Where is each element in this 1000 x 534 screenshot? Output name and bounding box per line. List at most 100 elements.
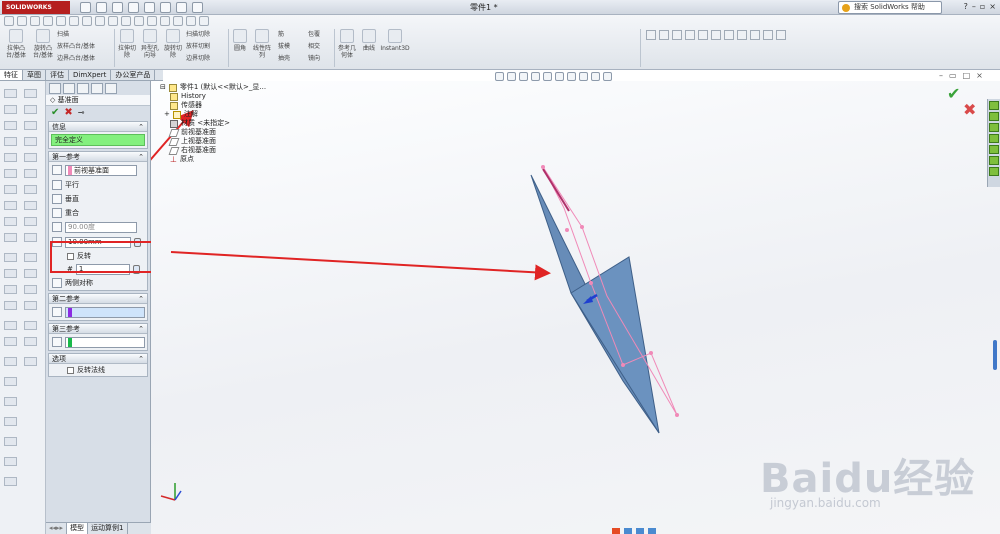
tool-icon[interactable] — [4, 137, 17, 146]
tool-icon[interactable] — [24, 217, 37, 226]
toolbar-icon[interactable] — [659, 30, 669, 40]
tool-icon[interactable] — [24, 321, 37, 330]
display-style-icon[interactable] — [555, 72, 564, 81]
toolbar-icon[interactable] — [17, 16, 27, 26]
tree-root[interactable]: ⊟ 零件1 (默认<<默认>_显... — [160, 83, 266, 92]
tree-item-origin[interactable]: ⊥ 原点 — [160, 155, 266, 164]
tool-icon[interactable] — [4, 397, 17, 406]
tool-icon[interactable] — [24, 121, 37, 130]
tree-item-material[interactable]: 材质 <未指定> — [160, 119, 266, 128]
tree-item-sensors[interactable]: 传感器 — [160, 101, 266, 110]
flip-normal-checkbox[interactable] — [67, 366, 74, 374]
angle-icon[interactable] — [52, 222, 62, 232]
tab-features[interactable]: 特征 — [0, 70, 23, 80]
dimxpert-manager-icon[interactable] — [91, 83, 103, 94]
toolbar-icon[interactable] — [711, 30, 721, 40]
undo-icon[interactable] — [144, 2, 155, 13]
tool-icon[interactable] — [4, 89, 17, 98]
toolbar-icon[interactable] — [737, 30, 747, 40]
third-reference-header[interactable]: 第三参考 ⌃ — [49, 324, 147, 334]
tool-icon[interactable] — [24, 185, 37, 194]
minimize-icon[interactable]: – — [972, 2, 976, 11]
tool-icon[interactable] — [24, 337, 37, 346]
toolbar-icon[interactable] — [724, 30, 734, 40]
tool-icon[interactable] — [4, 201, 17, 210]
second-ref-selection[interactable] — [65, 306, 145, 318]
zoom-area-icon[interactable] — [507, 72, 516, 81]
options-icon[interactable] — [192, 2, 203, 13]
toolbar-icon[interactable] — [685, 30, 695, 40]
tool-icon[interactable] — [24, 201, 37, 210]
tool-icon[interactable] — [24, 169, 37, 178]
angle-input[interactable]: 90.00度 — [65, 221, 137, 233]
tool-icon[interactable] — [24, 137, 37, 146]
toolbar-icon[interactable] — [750, 30, 760, 40]
help-icon[interactable]: ? — [964, 2, 968, 11]
app-icon[interactable] — [648, 528, 656, 534]
curves-button[interactable]: 曲线 — [359, 29, 379, 52]
previous-view-icon[interactable] — [519, 72, 528, 81]
expand-icon[interactable]: + — [164, 110, 170, 119]
cancel-button[interactable]: ✖ — [64, 107, 72, 118]
toolbar-icon[interactable] — [147, 16, 157, 26]
close-icon[interactable]: × — [976, 71, 983, 80]
first-ref-selection[interactable]: 前视基准面 — [65, 164, 137, 176]
view-orientation-icon[interactable] — [543, 72, 552, 81]
search-icon[interactable] — [989, 134, 999, 143]
confirm-cancel-icon[interactable]: ✖ — [963, 100, 976, 119]
tab-office[interactable]: 办公室产品 — [111, 70, 156, 80]
restore-icon[interactable]: ▭ — [949, 71, 957, 80]
toolbar-icon[interactable] — [160, 16, 170, 26]
boundary-boss-button[interactable]: 边界凸台/基体 — [57, 55, 117, 62]
shell-button[interactable]: 抽壳 — [278, 55, 306, 62]
tool-icon[interactable] — [24, 233, 37, 242]
toolbar-icon[interactable] — [30, 16, 40, 26]
second-reference-header[interactable]: 第二参考 ⌃ — [49, 294, 147, 304]
resources-icon[interactable] — [989, 101, 999, 110]
collapse-icon[interactable]: ⌃ — [138, 354, 144, 364]
sweep-cut-button[interactable]: 扫描切除 — [186, 31, 226, 38]
toolbar-icon[interactable] — [4, 16, 14, 26]
tab-model[interactable]: 模型 — [67, 523, 89, 534]
tab-motion-study[interactable]: 运动算例1 — [88, 523, 128, 534]
select-icon[interactable] — [160, 2, 171, 13]
tool-icon[interactable] — [4, 301, 17, 310]
custom-properties-icon[interactable] — [989, 167, 999, 176]
message-header[interactable]: 信息 ⌃ — [49, 122, 147, 132]
collapse-icon[interactable]: ⌃ — [138, 324, 144, 334]
toolbar-icon[interactable] — [173, 16, 183, 26]
display-manager-icon[interactable] — [105, 83, 117, 94]
rib-button[interactable]: 筋 — [278, 31, 306, 38]
linear-pattern-button[interactable]: 线性阵列 — [251, 29, 273, 59]
ok-button[interactable]: ✔ — [51, 107, 59, 118]
toolbar-icon[interactable] — [646, 30, 656, 40]
help-search-input[interactable]: 搜索 SolidWorks 帮助 — [838, 1, 942, 14]
new-icon[interactable] — [80, 2, 91, 13]
minimize-icon[interactable]: – — [939, 71, 943, 80]
toolbar-icon[interactable] — [186, 16, 196, 26]
edit-appearance-icon[interactable] — [579, 72, 588, 81]
tab-dimxpert[interactable]: DimXpert — [69, 70, 112, 80]
app-icon[interactable] — [636, 528, 644, 534]
toolbar-icon[interactable] — [672, 30, 682, 40]
tool-icon[interactable] — [4, 233, 17, 242]
save-icon[interactable] — [112, 2, 123, 13]
collapse-icon[interactable]: ⌃ — [138, 294, 144, 304]
tool-icon[interactable] — [4, 105, 17, 114]
tool-icon[interactable] — [24, 269, 37, 278]
confirm-ok-icon[interactable]: ✔ — [947, 84, 960, 103]
toolbar-icon[interactable] — [763, 30, 773, 40]
collapse-icon[interactable]: ⊟ — [160, 83, 166, 92]
loft-boss-button[interactable]: 放样凸台/基体 — [57, 43, 117, 50]
instant3d-button[interactable]: Instant3D — [380, 29, 410, 52]
tool-icon[interactable] — [4, 377, 17, 386]
tool-icon[interactable] — [4, 185, 17, 194]
tab-sketch[interactable]: 草图 — [23, 70, 46, 80]
tool-icon[interactable] — [24, 105, 37, 114]
tree-item-front-plane[interactable]: 前视基准面 — [160, 128, 266, 137]
toolbar-icon[interactable] — [108, 16, 118, 26]
tree-item-right-plane[interactable]: 右视基准面 — [160, 146, 266, 155]
toolbar-icon[interactable] — [95, 16, 105, 26]
tree-item-top-plane[interactable]: 上视基准面 — [160, 137, 266, 146]
revolve-boss-button[interactable]: 旋转凸台/基体 — [30, 29, 56, 59]
